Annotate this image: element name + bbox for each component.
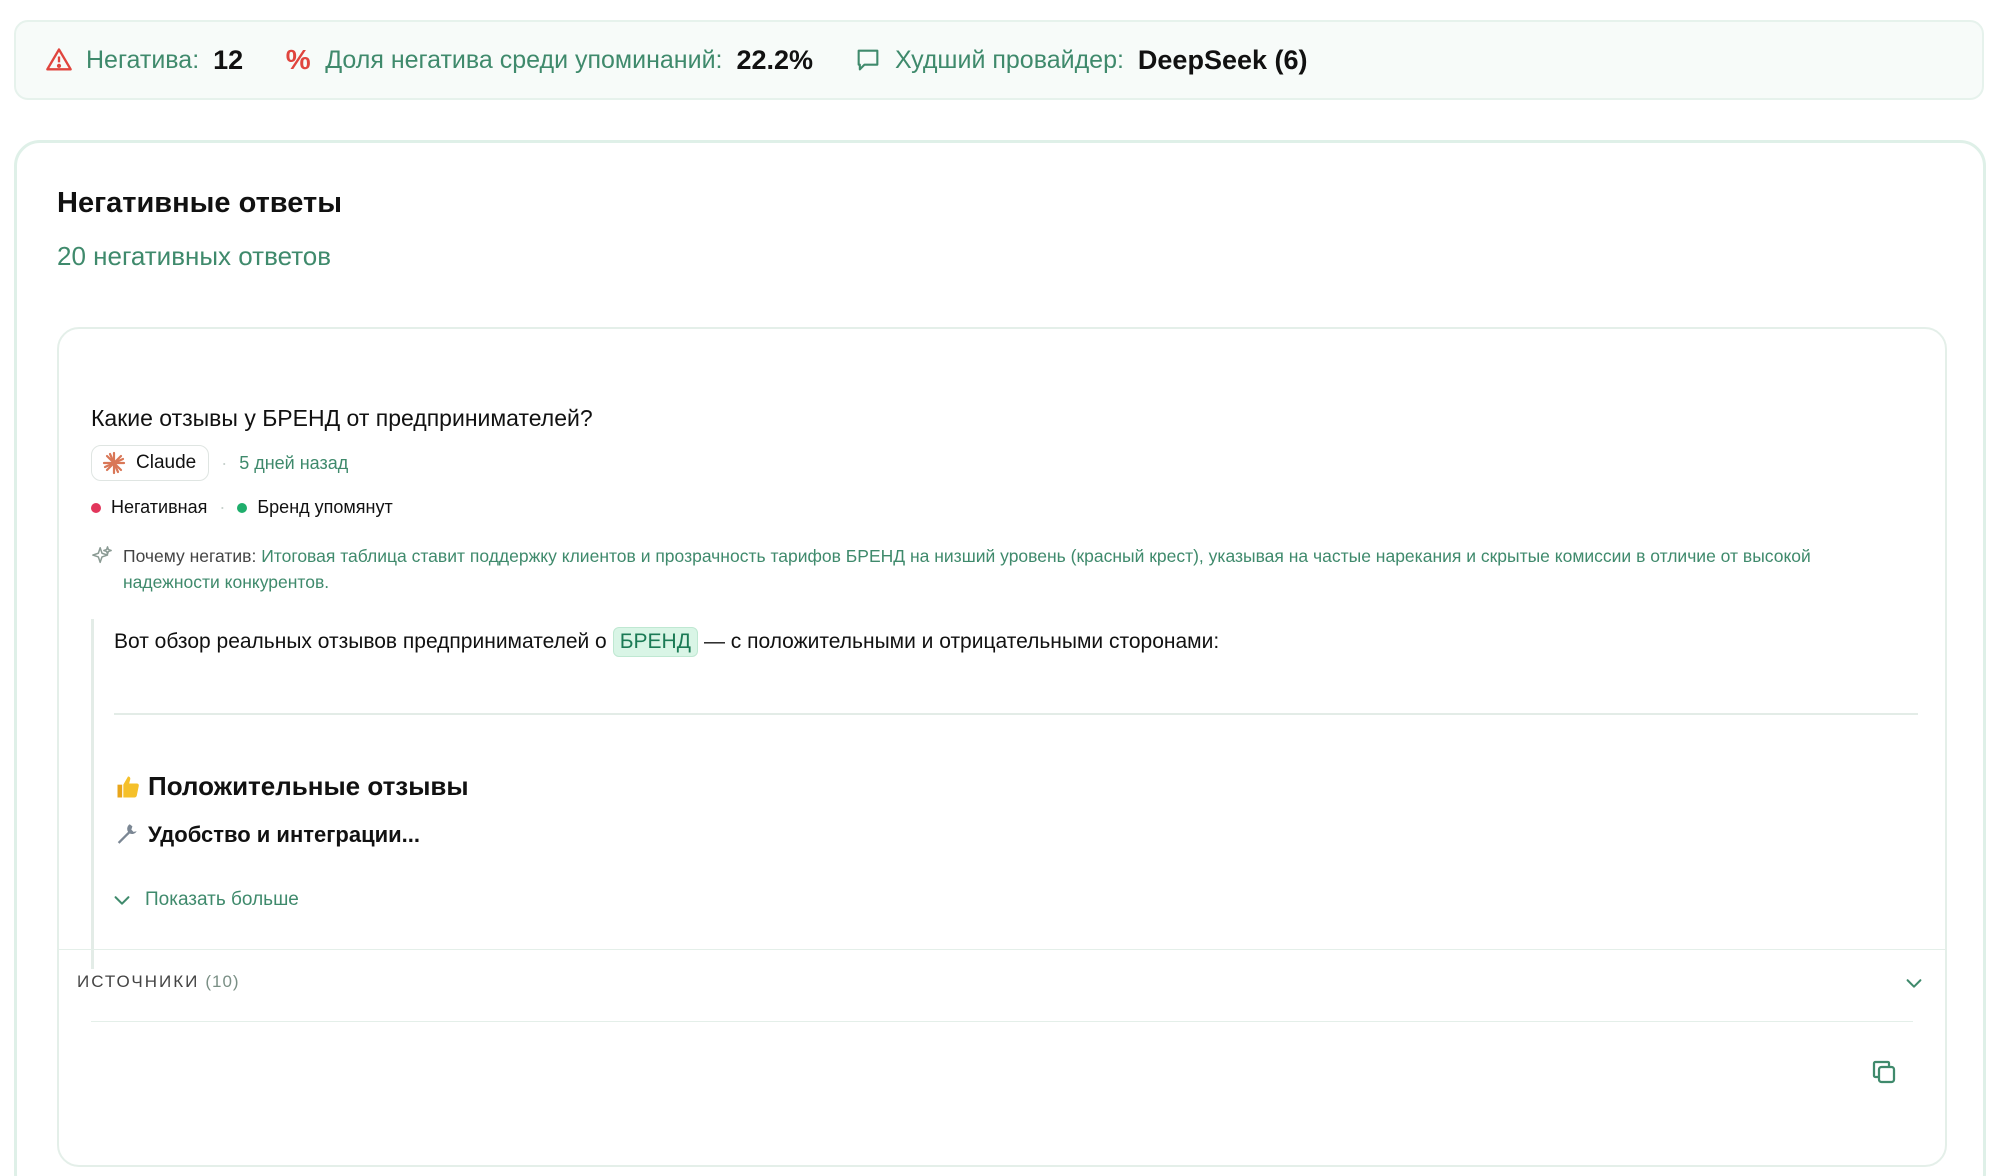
stat-worst-provider: Худший провайдер: DeepSeek (6): [853, 44, 1308, 76]
thumbs-up-icon: [114, 773, 142, 801]
warning-triangle-icon: [44, 45, 74, 75]
sources-toggle[interactable]: ИСТОЧНИКИ (10): [59, 949, 1945, 1021]
stat-share-label: Доля негатива среди упоминаний:: [325, 45, 723, 74]
response-question: Какие отзывы у БРЕНД от предпринимателей…: [91, 405, 593, 431]
stat-negative-value: 12: [213, 44, 244, 75]
chevron-down-icon: [111, 889, 133, 911]
response-meta: Claude · 5 дней назад: [91, 445, 348, 481]
brand-highlight: БРЕНД: [612, 627, 698, 657]
answer-heading-positive: Положительные отзывы: [114, 771, 469, 802]
meta-separator: ·: [221, 452, 228, 473]
stat-share-value: 22.2%: [736, 44, 814, 75]
reason-label: Почему негатив:: [123, 546, 257, 566]
stat-negative-label: Негатива:: [86, 45, 200, 74]
response-time: 5 дней назад: [239, 452, 349, 473]
tag-brand-mentioned: Бренд упомянут: [237, 497, 393, 518]
sentiment-dot: [91, 502, 101, 513]
sources-count: (10): [205, 972, 240, 991]
provider-name: Claude: [136, 452, 197, 473]
stat-worst-value: DeepSeek (6): [1137, 44, 1308, 75]
answer-preview: Вот обзор реальных отзывов предпринимате…: [91, 619, 1918, 969]
negative-responses-card: Негативные ответы 20 негативных ответов …: [14, 140, 1986, 1176]
heading-positive-text: Положительные отзывы: [148, 771, 469, 801]
reason-text: Итоговая таблица ставит поддержку клиент…: [123, 546, 1811, 592]
answer-intro-after: — с положительными и отрицательными стор…: [703, 630, 1220, 653]
heading-sub-text: Удобство и интеграции...: [148, 822, 421, 847]
sources-divider: [91, 1021, 1913, 1022]
provider-chip: Claude: [91, 445, 210, 481]
negative-reason: Почему негатив: Итоговая таблица ставит …: [91, 543, 1911, 595]
claude-logo-icon: [102, 451, 126, 475]
chat-bubble-icon: [853, 45, 883, 75]
stats-bar: Негатива: 12 % Доля негатива среди упоми…: [14, 20, 1984, 100]
stat-worst-label: Худший провайдер:: [895, 45, 1124, 74]
response-card: Какие отзывы у БРЕНД от предпринимателей…: [57, 327, 1947, 1167]
answer-intro-before: Вот обзор реальных отзывов предпринимате…: [114, 630, 607, 653]
brand-dot: [237, 502, 248, 513]
show-more-button[interactable]: Показать больше: [111, 889, 299, 911]
show-more-label: Показать больше: [145, 889, 299, 910]
sparkle-icon: [91, 545, 113, 567]
sources-label: ИСТОЧНИКИ: [77, 972, 200, 991]
section-title: Негативные ответы: [57, 187, 342, 219]
copy-icon[interactable]: [1869, 1057, 1899, 1087]
response-tags: Негативная · Бренд упомянут: [91, 497, 393, 518]
chevron-down-icon[interactable]: [1903, 972, 1925, 994]
wrench-icon: [114, 821, 142, 849]
tag-separator: ·: [219, 497, 226, 517]
tag-sentiment-label: Негативная: [111, 497, 208, 517]
answer-intro: Вот обзор реальных отзывов предпринимате…: [114, 627, 1219, 657]
answer-heading-sub: Удобство и интеграции...: [114, 821, 420, 849]
stat-negative-count: Негатива: 12: [44, 45, 243, 76]
answer-divider: [114, 713, 1918, 715]
percent-icon: %: [285, 44, 311, 75]
stat-negative-share: % Доля негатива среди упоминаний: 22.2%: [283, 45, 813, 76]
section-subtitle: 20 негативных ответов: [57, 241, 332, 271]
tag-sentiment: Негативная: [91, 497, 207, 518]
tag-brand-label: Бренд упомянут: [257, 497, 393, 517]
sources-header: ИСТОЧНИКИ (10): [77, 972, 240, 992]
